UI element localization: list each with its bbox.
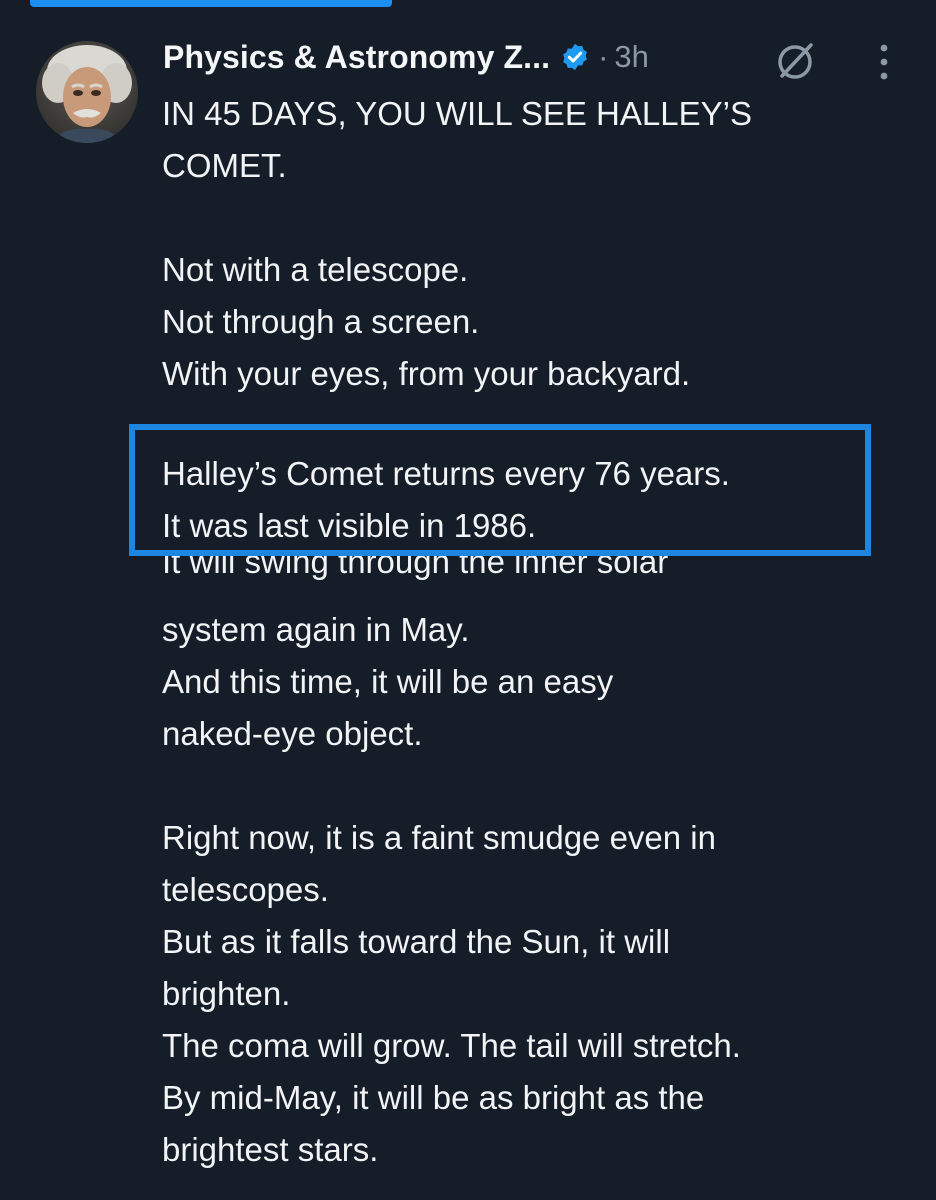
post-text-line: telescopes.	[162, 871, 329, 908]
post-text-line: Halley’s Comet returns every 76 years.	[162, 455, 730, 492]
highlighted-text: Halley’s Comet returns every 76 years. I…	[162, 448, 730, 552]
post-text-line	[162, 192, 912, 244]
author-name[interactable]: Physics & Astronomy Z...	[163, 39, 550, 76]
post-text-line: IN 45 DAYS, YOU WILL SEE HALLEY’S	[162, 95, 752, 132]
partially-covered-line: It will swing through the inner solar	[162, 556, 862, 596]
post-text-line: system again in May.	[162, 611, 470, 648]
post-text-line	[162, 760, 912, 812]
post-text-line: By mid-May, it will be as bright as the	[162, 1079, 705, 1116]
verified-badge-icon	[563, 43, 587, 71]
post-text-line: The coma will grow. The tail will stretc…	[162, 1027, 741, 1064]
more-vertical-icon[interactable]	[872, 42, 896, 82]
scroll-progress-bar	[30, 0, 392, 7]
separator-dot: ·	[598, 39, 609, 74]
avatar[interactable]	[36, 41, 138, 143]
post-timestamp[interactable]: 3h	[614, 39, 648, 75]
avatar-portrait	[36, 41, 138, 143]
post-text-line: But as it falls toward the Sun, it will	[162, 923, 671, 960]
post-text-line: With your eyes, from your backyard.	[162, 355, 691, 392]
post-text-line: brightest stars.	[162, 1131, 379, 1168]
post-header: Physics & Astronomy Z... · 3h	[163, 34, 649, 80]
post-text-line: brighten.	[162, 975, 291, 1012]
post-text-line: And this time, it will be an easy	[162, 663, 614, 700]
post-text-line: It will swing through the inner solar	[162, 556, 669, 580]
post-text-line: COMET.	[162, 147, 287, 184]
post-text-line: It was last visible in 1986.	[162, 507, 537, 544]
post-text-line: Not with a telescope.	[162, 251, 469, 288]
post-body-continued: system again in May. And this time, it w…	[162, 604, 912, 1176]
post-text-line: Not through a screen.	[162, 303, 480, 340]
post-body: IN 45 DAYS, YOU WILL SEE HALLEY’S COMET.…	[162, 88, 912, 400]
post-text-line: Right now, it is a faint smudge even in	[162, 819, 716, 856]
grok-icon[interactable]	[773, 38, 819, 84]
post-text-line: naked-eye object.	[162, 715, 423, 752]
